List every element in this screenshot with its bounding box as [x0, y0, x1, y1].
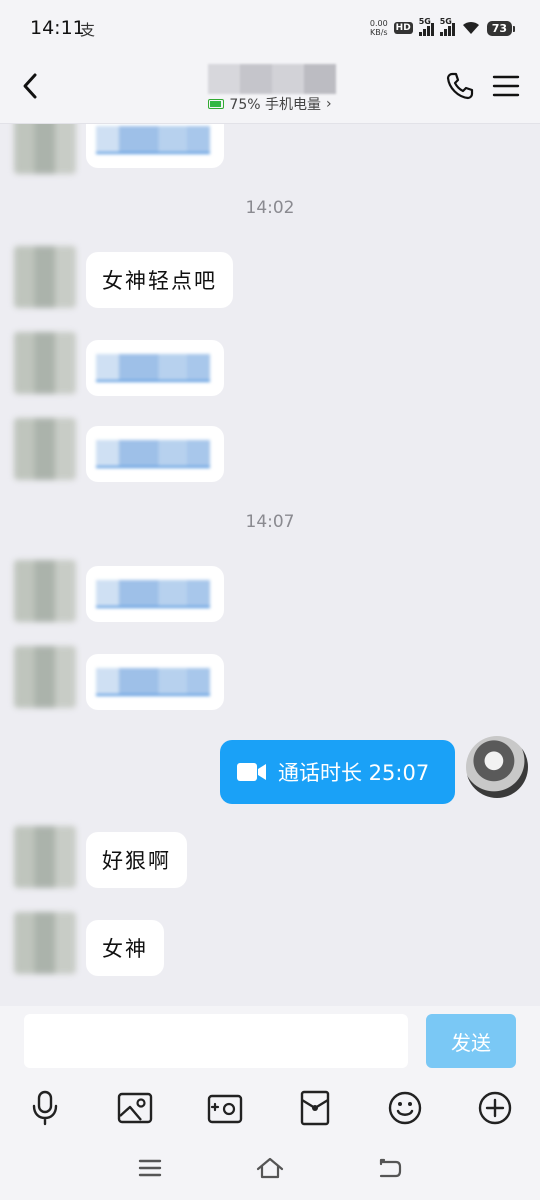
- home-button[interactable]: [254, 1154, 286, 1182]
- image-icon: [117, 1092, 153, 1124]
- status-icons: 0.00 KB/s HD 5G 5G 73: [370, 16, 516, 40]
- system-back-button[interactable]: [374, 1154, 406, 1182]
- contact-avatar[interactable]: [14, 246, 76, 308]
- message-bubble-redacted[interactable]: [86, 566, 224, 622]
- message-text: 女神: [102, 937, 148, 961]
- input-toolbar: [0, 1086, 540, 1130]
- chat-header: 75% 手机电量 ›: [0, 56, 540, 124]
- my-avatar[interactable]: [466, 736, 528, 798]
- redaction-blur: [96, 126, 210, 154]
- device-battery-icon: [208, 99, 225, 109]
- message-bubble-redacted[interactable]: [86, 654, 224, 710]
- network-speed-value: 0.00: [369, 19, 388, 28]
- recent-apps-button[interactable]: [134, 1154, 166, 1182]
- contact-avatar[interactable]: [14, 826, 76, 888]
- input-panel: 发送: [0, 1006, 540, 1200]
- redaction-blur: [96, 440, 210, 468]
- contact-avatar[interactable]: [14, 912, 76, 974]
- plus-circle-icon: [478, 1091, 512, 1125]
- message-bubble[interactable]: 好狠啊: [86, 832, 187, 888]
- video-call-record-bubble[interactable]: 通话时长 25:07: [220, 740, 455, 804]
- chat-message-list[interactable]: 14:02 女神轻点吧 14:07 通话时长 25:07 好狠啊 女神: [0, 124, 540, 1006]
- network-speed-unit: KB/s: [369, 28, 388, 37]
- emoji-icon: [388, 1091, 422, 1125]
- battery-icon: 73: [486, 20, 516, 36]
- contact-avatar[interactable]: [14, 646, 76, 708]
- camera-button[interactable]: [203, 1086, 247, 1130]
- message-text: 女神轻点吧: [102, 269, 217, 293]
- status-time: 14:11: [30, 17, 85, 39]
- contact-avatar[interactable]: [14, 560, 76, 622]
- message-bubble-redacted[interactable]: [86, 426, 224, 482]
- redaction-blur: [96, 354, 210, 382]
- contact-avatar[interactable]: [14, 332, 76, 394]
- message-bubble-redacted[interactable]: [86, 340, 224, 396]
- hd-icon: HD: [393, 22, 413, 34]
- signal-sim1-icon: 5G: [418, 17, 434, 36]
- signal-sim1-label: 5G: [418, 17, 431, 26]
- camera-icon: [207, 1094, 243, 1124]
- menu-icon: [492, 75, 520, 97]
- contact-avatar[interactable]: [14, 124, 76, 174]
- contact-avatar[interactable]: [14, 418, 76, 480]
- message-bubble[interactable]: 女神轻点吧: [86, 252, 233, 308]
- album-button[interactable]: [113, 1086, 157, 1130]
- emoji-button[interactable]: [383, 1086, 427, 1130]
- message-bubble-redacted[interactable]: [86, 124, 224, 168]
- more-functions-button[interactable]: [473, 1086, 517, 1130]
- voice-input-button[interactable]: [23, 1086, 67, 1130]
- call-duration-text: 通话时长 25:07: [278, 761, 430, 785]
- red-envelope-icon: [300, 1090, 330, 1126]
- message-timestamp: 14:02: [245, 198, 295, 218]
- red-envelope-button[interactable]: [293, 1086, 337, 1130]
- system-navigation-bar: [0, 1146, 540, 1190]
- signal-sim2-label: 5G: [439, 17, 452, 26]
- redaction-blur: [96, 668, 210, 696]
- alipay-status-icon: 支: [80, 21, 96, 39]
- message-timestamp: 14:07: [245, 512, 295, 532]
- device-battery-text: 75% 手机电量: [229, 97, 321, 113]
- network-speed: 0.00 KB/s: [370, 19, 388, 37]
- message-input[interactable]: [24, 1014, 408, 1068]
- back-arrow-icon: [379, 1158, 402, 1178]
- redaction-blur: [208, 64, 336, 94]
- home-icon: [256, 1157, 284, 1179]
- send-button[interactable]: 发送: [426, 1014, 516, 1068]
- redaction-blur: [96, 580, 210, 608]
- phone-icon: [446, 72, 474, 100]
- chevron-right-icon: ›: [325, 96, 332, 112]
- message-bubble[interactable]: 女神: [86, 920, 164, 976]
- signal-sim2-icon: 5G: [439, 17, 455, 36]
- video-camera-icon: [237, 763, 266, 781]
- more-menu-button[interactable]: [486, 68, 526, 104]
- menu-lines-icon: [138, 1159, 162, 1177]
- contact-name-redacted[interactable]: [208, 64, 336, 94]
- voice-call-button[interactable]: [440, 68, 480, 104]
- wifi-icon: [462, 21, 479, 34]
- microphone-icon: [32, 1090, 58, 1126]
- message-text: 好狠啊: [102, 849, 171, 873]
- status-bar: 14:11 支 0.00 KB/s HD 5G 5G 73: [0, 0, 540, 56]
